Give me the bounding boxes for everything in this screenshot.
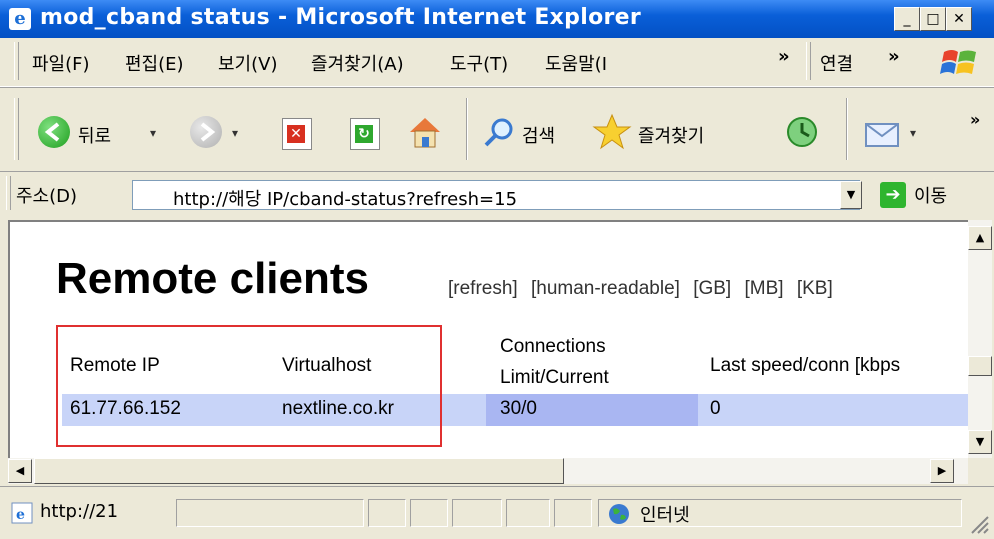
go-arrow-icon[interactable]: ➔	[880, 182, 906, 208]
links-more-chevron-icon[interactable]: »	[888, 46, 900, 67]
mb-link[interactable]: [MB]	[745, 278, 784, 299]
status-bar: e http://21 인터넷	[0, 486, 994, 539]
toolbar-separator	[466, 98, 468, 160]
toolbar-separator	[846, 98, 848, 160]
mail-dropdown-icon[interactable]: ▾	[910, 126, 916, 140]
horizontal-scrollbar[interactable]: ◀ ▶	[8, 458, 968, 484]
address-input[interactable]: http://해당 IP/cband-status?refresh=15	[132, 180, 860, 210]
maximize-button[interactable]: □	[920, 7, 946, 31]
col-connections-line2: Limit/Current	[500, 367, 609, 388]
links-grip[interactable]	[806, 42, 811, 80]
go-button[interactable]: 이동	[914, 182, 947, 208]
ie-logo-icon: e	[9, 8, 31, 30]
star-icon	[592, 113, 632, 150]
status-panel	[554, 499, 592, 527]
scroll-down-icon[interactable]: ▼	[968, 430, 992, 454]
home-icon	[410, 118, 440, 148]
window-title: mod_cband status - Microsoft Internet Ex…	[40, 5, 641, 30]
back-button[interactable]: 뒤로 ▾	[28, 100, 184, 148]
search-button[interactable]: 검색	[478, 100, 584, 147]
forward-button[interactable]: ▾	[180, 100, 260, 148]
refresh-button[interactable]: ↻	[344, 100, 388, 150]
gb-link[interactable]: [GB]	[693, 278, 731, 299]
close-button[interactable]: ✕	[946, 7, 972, 31]
menu-edit[interactable]: 편집(E)	[125, 50, 184, 76]
back-arrow-icon	[38, 116, 70, 148]
menu-favorites[interactable]: 즐겨찾기(A)	[311, 50, 404, 76]
address-url: http://해당 IP/cband-status?refresh=15	[173, 189, 518, 210]
history-button[interactable]	[780, 100, 830, 147]
toolbar-grip[interactable]	[14, 42, 19, 80]
status-panel	[410, 499, 448, 527]
refresh-link[interactable]: [refresh]	[448, 278, 518, 299]
cell-connections: 30/0	[500, 398, 537, 419]
links-label[interactable]: 연결	[820, 50, 853, 76]
refresh-icon: ↻	[350, 118, 380, 150]
menu-help[interactable]: 도움말(I	[545, 50, 607, 76]
browser-window: e mod_cband status - Microsoft Internet …	[0, 0, 994, 539]
horizontal-scroll-thumb[interactable]	[34, 458, 564, 484]
col-connections-line1: Connections	[500, 336, 606, 357]
status-panel	[176, 499, 364, 527]
home-button[interactable]	[400, 100, 450, 148]
menu-view[interactable]: 보기(V)	[218, 50, 277, 76]
menu-file[interactable]: 파일(F)	[32, 50, 90, 76]
toolbar-grip[interactable]	[14, 98, 19, 160]
address-label: 주소(D)	[16, 186, 78, 207]
menu-more-chevron-icon[interactable]: »	[778, 46, 790, 67]
back-dropdown-icon[interactable]: ▾	[150, 126, 156, 140]
menu-tools[interactable]: 도구(T)	[450, 50, 508, 76]
status-panel	[452, 499, 502, 527]
forward-dropdown-icon[interactable]: ▾	[232, 126, 238, 140]
globe-icon	[609, 504, 629, 524]
status-url: http://21	[40, 501, 119, 522]
windows-logo-icon	[940, 50, 976, 74]
menu-bar: 파일(F) 편집(E) 보기(V) 즐겨찾기(A) 도구(T) 도움말(I » …	[0, 38, 994, 87]
view-links: [refresh] [human-readable] [GB] [MB] [KB…	[448, 278, 841, 300]
zone-label: 인터넷	[640, 505, 690, 526]
scroll-left-icon[interactable]: ◀	[8, 459, 32, 483]
mail-icon	[865, 123, 899, 147]
address-dropdown-icon[interactable]: ▼	[840, 181, 862, 209]
toolbar-more-chevron-icon[interactable]: »	[970, 110, 980, 129]
history-icon	[787, 117, 817, 147]
forward-arrow-icon	[190, 116, 222, 148]
standard-toolbar: 뒤로 ▾ ▾ ✕ ↻ 검색 즐겨찾기 ▾ »	[0, 87, 994, 172]
search-icon	[484, 118, 513, 147]
toolbar-grip[interactable]	[6, 176, 11, 210]
col-last-speed: Last speed/conn [kbps	[710, 355, 901, 376]
stop-icon: ✕	[282, 118, 312, 150]
scroll-right-icon[interactable]: ▶	[930, 459, 954, 483]
human-readable-link[interactable]: [human-readable]	[531, 278, 680, 299]
address-bar: 주소(D) http://해당 IP/cband-status?refresh=…	[0, 171, 994, 216]
cell-last-speed: 0	[710, 398, 721, 419]
kb-link[interactable]: [KB]	[797, 278, 833, 299]
vertical-scroll-thumb[interactable]	[968, 356, 992, 376]
svg-text:e: e	[16, 507, 25, 523]
back-label: 뒤로	[78, 126, 112, 147]
status-panel	[506, 499, 550, 527]
mail-button[interactable]: ▾	[858, 100, 938, 147]
resize-grip-icon[interactable]	[968, 513, 990, 535]
status-panel	[368, 499, 406, 527]
favorites-label: 즐겨찾기	[638, 126, 705, 147]
page-viewport: Remote clients [refresh] [human-readable…	[8, 220, 968, 458]
search-label: 검색	[522, 126, 556, 147]
page-icon: e	[11, 502, 33, 524]
favorites-button[interactable]: 즐겨찾기	[590, 100, 760, 150]
minimize-button[interactable]: _	[894, 7, 920, 31]
stop-button[interactable]: ✕	[276, 100, 320, 150]
scroll-up-icon[interactable]: ▲	[968, 226, 992, 250]
title-bar[interactable]: e mod_cband status - Microsoft Internet …	[0, 0, 994, 38]
page-heading: Remote clients	[56, 254, 369, 303]
annotation-box	[56, 325, 442, 447]
vertical-scrollbar[interactable]: ▲ ▼	[968, 220, 992, 458]
